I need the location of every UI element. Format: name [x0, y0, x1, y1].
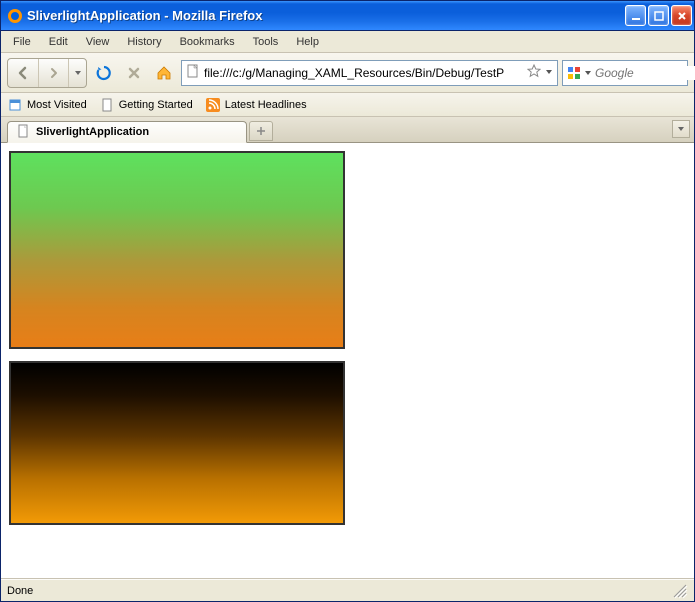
page-content [1, 143, 694, 579]
tab-active[interactable]: SliverlightApplication [7, 121, 247, 143]
search-box[interactable] [562, 60, 688, 86]
menu-help[interactable]: Help [288, 34, 327, 50]
window-titlebar: SliverlightApplication - Mozilla Firefox [1, 1, 694, 31]
forward-button[interactable] [38, 59, 68, 87]
url-dropdown-icon[interactable] [545, 67, 553, 79]
stop-button[interactable] [121, 60, 147, 86]
window-title: SliverlightApplication - Mozilla Firefox [27, 8, 625, 23]
gradient-rectangle-black-orange [9, 361, 345, 525]
maximize-button[interactable] [648, 5, 669, 26]
home-button[interactable] [151, 60, 177, 86]
reload-button[interactable] [91, 60, 117, 86]
menu-bar: File Edit View History Bookmarks Tools H… [1, 31, 694, 53]
bookmark-latest-headlines[interactable]: Latest Headlines [205, 97, 307, 113]
back-button[interactable] [8, 59, 38, 87]
bookmarks-toolbar: Most Visited Getting Started Latest Head… [1, 93, 694, 117]
close-button[interactable] [671, 5, 692, 26]
menu-tools[interactable]: Tools [245, 34, 287, 50]
nav-history-dropdown[interactable] [68, 59, 86, 87]
bookmark-most-visited[interactable]: Most Visited [7, 97, 87, 113]
bookmark-label: Most Visited [27, 99, 87, 111]
menu-edit[interactable]: Edit [41, 34, 76, 50]
navigation-toolbar [1, 53, 694, 93]
bookmark-star-icon[interactable] [527, 64, 541, 81]
gradient-rectangle-green-orange [9, 151, 345, 349]
resize-grip[interactable] [672, 583, 688, 599]
bookmark-label: Latest Headlines [225, 99, 307, 111]
search-engine-dropdown-icon[interactable] [585, 67, 591, 79]
menu-file[interactable]: File [5, 34, 39, 50]
bookmark-getting-started[interactable]: Getting Started [99, 97, 193, 113]
status-bar: Done [1, 579, 694, 601]
google-search-engine-icon[interactable] [567, 65, 581, 81]
menu-view[interactable]: View [78, 34, 118, 50]
page-icon [186, 64, 200, 81]
minimize-button[interactable] [625, 5, 646, 26]
firefox-icon [7, 8, 23, 24]
bookmark-label: Getting Started [119, 99, 193, 111]
tab-bar: SliverlightApplication [1, 117, 694, 143]
page-icon [99, 97, 115, 113]
page-icon [16, 124, 30, 141]
menu-bookmarks[interactable]: Bookmarks [172, 34, 243, 50]
url-input[interactable] [204, 63, 523, 83]
most-visited-icon [7, 97, 23, 113]
new-tab-button[interactable] [249, 121, 273, 141]
tab-title: SliverlightApplication [36, 126, 238, 138]
status-text: Done [7, 585, 33, 597]
url-bar[interactable] [181, 60, 558, 86]
tabs-dropdown-button[interactable] [672, 120, 690, 138]
nav-button-group [7, 58, 87, 88]
menu-history[interactable]: History [119, 34, 169, 50]
search-input[interactable] [595, 66, 695, 80]
rss-icon [205, 97, 221, 113]
